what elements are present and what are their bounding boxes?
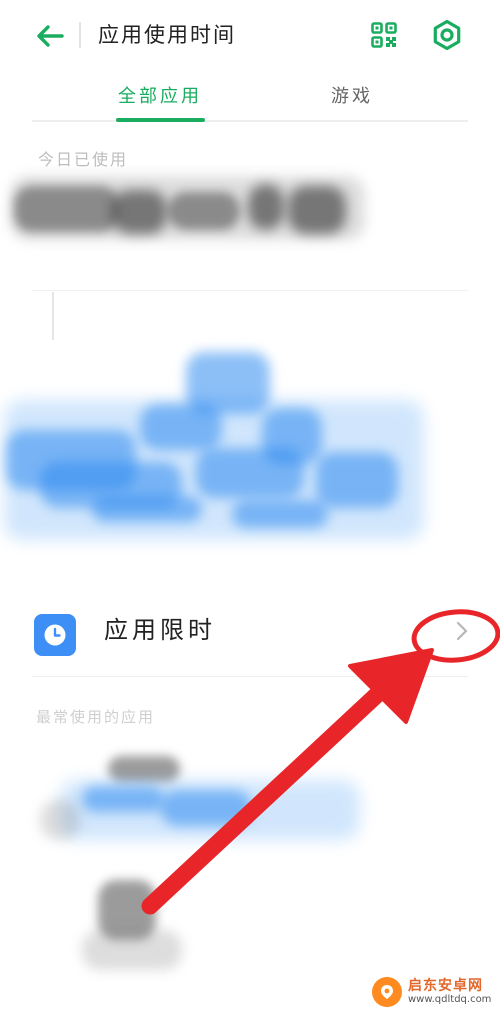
- tab-bar-underline: [32, 120, 468, 122]
- watermark-name: 启东安卓网: [408, 978, 483, 994]
- app-limit-label: 应用限时: [104, 616, 216, 644]
- usage-today-label: 今日已使用: [38, 150, 129, 169]
- app-limit-row[interactable]: 应用限时: [0, 596, 500, 672]
- watermark-text: 启东安卓网 www.qdltdq.com: [408, 978, 491, 1006]
- tab-bar: 全部应用 游戏: [32, 78, 468, 122]
- site-watermark: 启东安卓网 www.qdltdq.com: [372, 974, 500, 1010]
- tab-all-apps[interactable]: 全部应用: [114, 82, 206, 120]
- page-title: 应用使用时间: [98, 23, 236, 47]
- row-divider: [32, 676, 468, 677]
- chevron-right-icon: [456, 621, 468, 641]
- watermark-logo-icon: [372, 977, 402, 1007]
- app-limit-icon-tile: [34, 614, 76, 656]
- watermark-url: www.qdltdq.com: [408, 994, 492, 1005]
- header: 应用使用时间: [0, 0, 500, 72]
- app-usage-screen: 应用使用时间 全部应用 游戏 今日已使用 应用限时 最常使用的应用 启东安卓网 …: [0, 0, 500, 1013]
- app-limit-chevron[interactable]: [450, 616, 474, 646]
- qr-code-icon: [371, 22, 397, 48]
- settings-button[interactable]: [426, 14, 468, 56]
- back-button[interactable]: [30, 18, 70, 54]
- chart-axis: [52, 292, 54, 340]
- active-tab-indicator: [116, 118, 205, 122]
- most-used-apps-label: 最常使用的应用: [36, 708, 156, 726]
- clock-icon: [44, 624, 66, 646]
- gear-icon: [433, 19, 461, 51]
- header-divider: [79, 22, 81, 48]
- tab-games[interactable]: 游戏: [312, 82, 392, 120]
- chart-gridline: [32, 290, 468, 291]
- arrow-left-icon: [37, 25, 64, 47]
- qr-code-button[interactable]: [366, 16, 402, 54]
